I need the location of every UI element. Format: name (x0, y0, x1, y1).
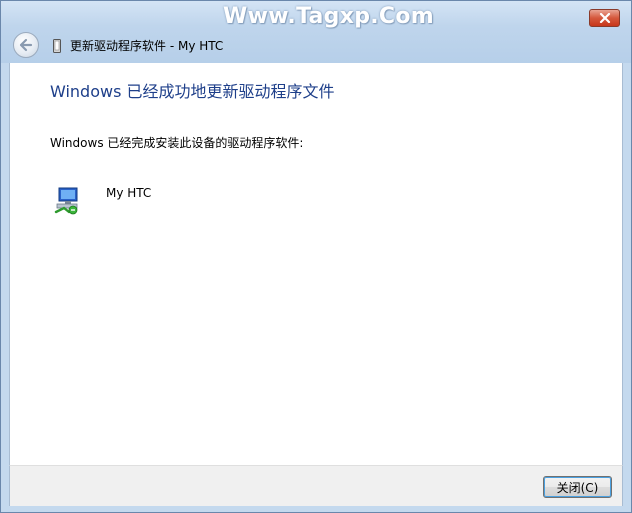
window-close-button[interactable] (589, 9, 620, 27)
window-title: 更新驱动程序软件 - My HTC (70, 39, 224, 53)
watermark-text: Www.Tagxp.Com (223, 4, 435, 29)
dialog-window: Www.Tagxp.Com 更新驱动程序软件 - My HTC Windows … (0, 0, 632, 513)
device-name: My HTC (106, 186, 152, 200)
device-icon (53, 39, 61, 53)
back-arrow-icon (19, 38, 33, 52)
status-message: Windows 已经完成安装此设备的驱动程序软件: (50, 136, 304, 150)
button-bar: 关闭(C) (9, 465, 623, 506)
network-device-icon (54, 187, 78, 215)
page-title: Windows 已经成功地更新驱动程序文件 (50, 82, 335, 101)
close-icon (599, 13, 610, 23)
back-button[interactable] (13, 32, 39, 58)
close-button[interactable]: 关闭(C) (543, 476, 612, 498)
title-bar[interactable]: Www.Tagxp.Com 更新驱动程序软件 - My HTC (1, 1, 631, 63)
content-area: Windows 已经成功地更新驱动程序文件 Windows 已经完成安装此设备的… (9, 63, 623, 465)
